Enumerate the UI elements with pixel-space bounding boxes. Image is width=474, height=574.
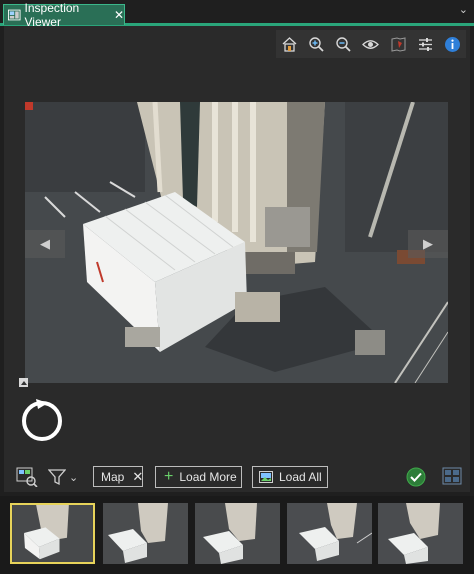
- previous-image-button[interactable]: ◀: [25, 230, 65, 258]
- load-more-label: Load More: [179, 470, 237, 484]
- viewer-toolbar: [276, 30, 466, 58]
- visibility-eye-icon: [362, 39, 380, 49]
- aerial-photo-image: [25, 102, 448, 383]
- home-extent-button[interactable]: [279, 33, 301, 55]
- collapse-up-icon: [20, 380, 27, 385]
- filter-dropdown-button[interactable]: ⌄: [48, 467, 78, 487]
- footprint-map-icon: [391, 36, 406, 52]
- collapse-panel-button[interactable]: [19, 378, 28, 387]
- filter-dropdown-chevron-icon: ⌄: [69, 471, 79, 484]
- map-filter-label: Map: [101, 469, 125, 484]
- thumbnail-image: [103, 503, 188, 564]
- thumbnail-2[interactable]: [103, 503, 188, 564]
- visibility-button[interactable]: [360, 33, 382, 55]
- next-arrow-icon: ▶: [423, 236, 433, 251]
- remove-map-filter-icon[interactable]: ✕: [132, 469, 143, 485]
- thumbnail-1[interactable]: [10, 503, 95, 564]
- thumbnail-3[interactable]: [195, 503, 280, 564]
- thumbnail-5[interactable]: [378, 503, 463, 564]
- inspection-image[interactable]: [25, 102, 448, 383]
- select-by-location-button[interactable]: [16, 467, 38, 487]
- confirm-check-icon[interactable]: [406, 467, 426, 487]
- map-filter-chip: Map ✕: [93, 466, 143, 487]
- filter-funnel-icon: [48, 469, 66, 486]
- zoom-out-button[interactable]: [333, 33, 355, 55]
- tab-title: Inspection Viewer: [24, 1, 80, 29]
- next-image-button[interactable]: ▶: [408, 230, 448, 258]
- thumbnail-image: [287, 503, 372, 564]
- footprint-map-button[interactable]: [387, 33, 409, 55]
- zoom-out-icon: [336, 36, 351, 52]
- info-button[interactable]: [441, 33, 463, 55]
- zoom-in-button[interactable]: [306, 33, 328, 55]
- rotate-image-icon[interactable]: [18, 397, 66, 445]
- adjust-settings-icon: [418, 37, 432, 51]
- tab-close-icon[interactable]: ✕: [114, 8, 124, 22]
- gallery-view-icon[interactable]: [442, 467, 462, 485]
- tab-inspection-viewer[interactable]: Inspection Viewer ✕: [3, 1, 125, 29]
- thumbnail-4[interactable]: [287, 503, 372, 564]
- info-icon: [444, 36, 460, 52]
- zoom-in-icon: [309, 36, 324, 52]
- thumbnail-image: [195, 503, 280, 564]
- panel-menu-chevron-icon[interactable]: ⌄: [459, 3, 468, 16]
- thumbnail-image: [378, 503, 463, 564]
- thumbnail-image: [12, 505, 93, 562]
- home-extent-icon: [282, 36, 297, 52]
- load-all-button[interactable]: Load All: [252, 466, 328, 488]
- inspection-viewer-icon: [8, 9, 21, 21]
- adjust-settings-button[interactable]: [414, 33, 436, 55]
- previous-arrow-icon: ◀: [40, 236, 50, 251]
- plus-icon: +: [164, 468, 174, 485]
- load-more-button[interactable]: + Load More: [155, 466, 242, 488]
- select-by-location-icon: [16, 467, 38, 487]
- load-all-label: Load All: [279, 470, 322, 484]
- image-stack-icon: [259, 471, 273, 483]
